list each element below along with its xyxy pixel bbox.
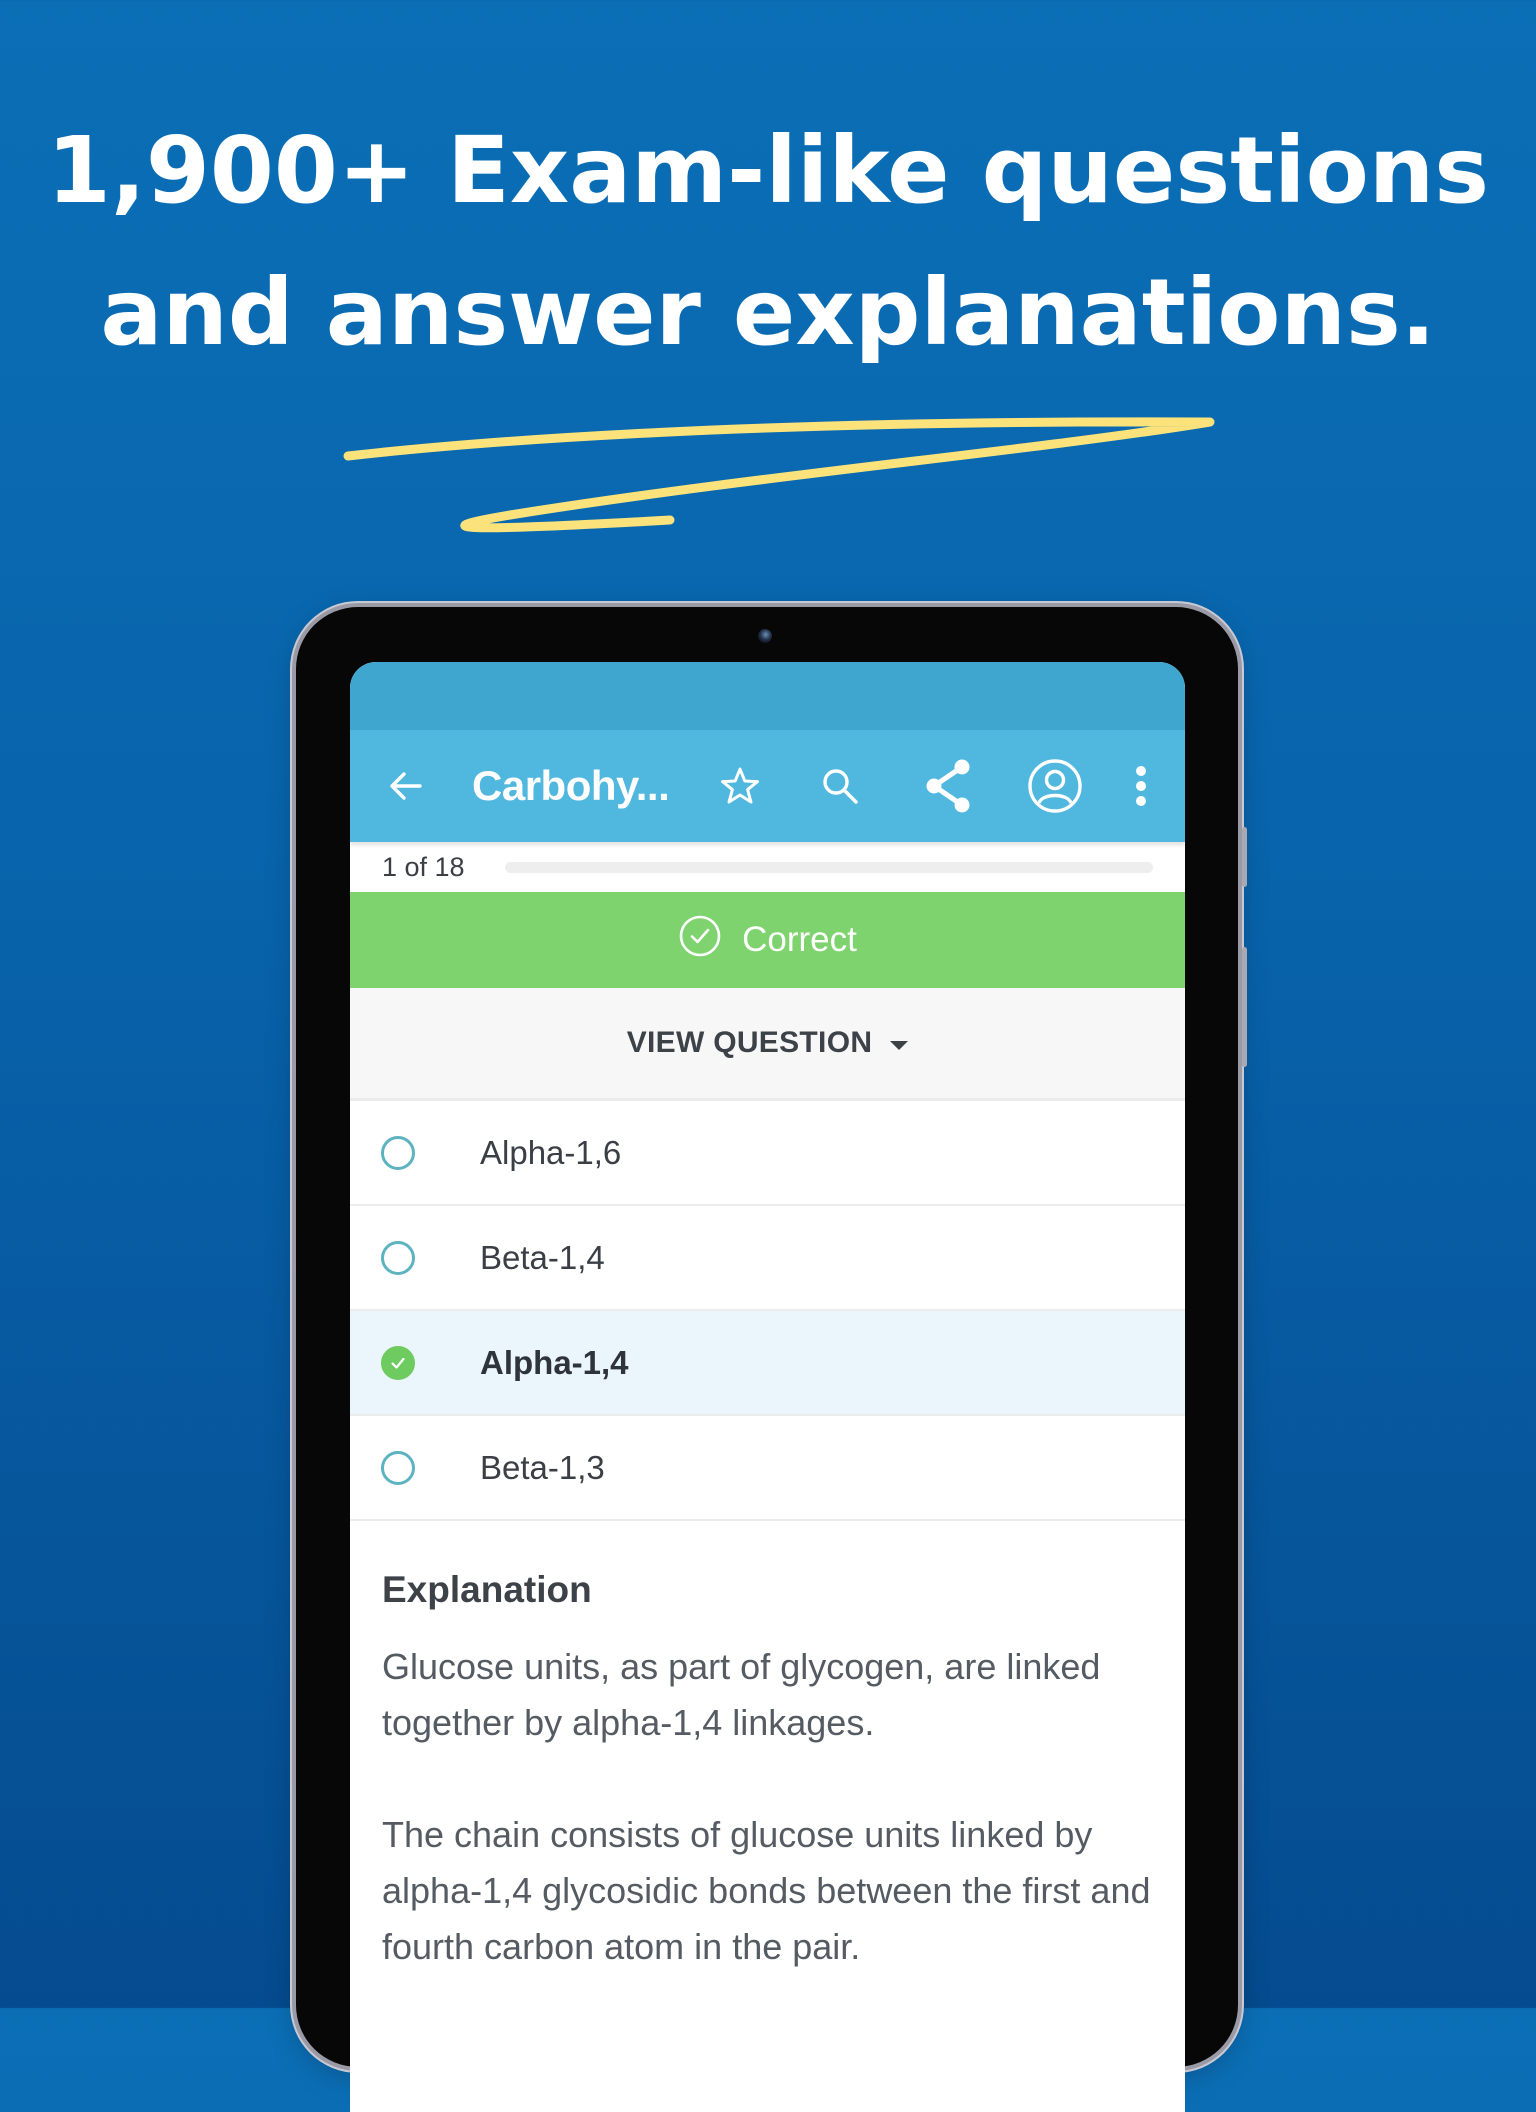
check-circle-outline-icon <box>678 914 722 967</box>
toolbar-title: Carbohy... <box>472 762 670 809</box>
radio-unchecked-icon[interactable] <box>381 1135 415 1170</box>
result-banner: Correct <box>350 892 1185 988</box>
option-label: Beta-1,3 <box>480 1448 605 1486</box>
progress-label: 1 of 18 <box>382 852 465 882</box>
explanation-title: Explanation <box>382 1569 592 1610</box>
progress-bar <box>505 862 1153 873</box>
promo-headline: 1,900+ Exam-like questions and answer ex… <box>0 100 1536 384</box>
option-label: Alpha-1,4 <box>480 1343 629 1381</box>
power-button <box>1242 947 1247 1067</box>
result-label: Correct <box>742 920 857 959</box>
question-progress: 1 of 18 <box>350 842 1185 892</box>
caret-down-icon <box>890 1040 909 1050</box>
share-icon[interactable] <box>922 757 974 815</box>
front-camera <box>758 629 772 643</box>
app-toolbar: Carbohy... <box>350 730 1185 842</box>
radio-unchecked-icon[interactable] <box>381 1450 415 1485</box>
option-label: Beta-1,4 <box>480 1238 605 1276</box>
answer-option-selected[interactable]: Alpha-1,4 <box>350 1311 1185 1416</box>
status-bar <box>350 662 1185 730</box>
radio-unchecked-icon[interactable] <box>381 1240 415 1275</box>
headline-line-1: 1,900+ Exam-like questions <box>46 117 1490 224</box>
view-question-toggle[interactable]: VIEW QUESTION <box>350 988 1185 1101</box>
radio-checked-icon[interactable] <box>381 1345 415 1380</box>
headline-line-2: and answer explanations. <box>100 259 1436 366</box>
explanation-section: Explanation Glucose units, as part of gl… <box>350 1521 1185 1975</box>
yellow-scribble-decoration <box>343 417 1215 533</box>
more-vertical-icon[interactable] <box>1134 764 1148 808</box>
answer-option[interactable]: Beta-1,3 <box>350 1416 1185 1521</box>
account-circle-icon[interactable] <box>1027 758 1083 814</box>
star-outline-icon[interactable] <box>718 764 762 808</box>
app-screen: Carbohy... 1 of 18 Correct VIEW QUESTION… <box>350 662 1185 2112</box>
explanation-paragraph: Glucose units, as part of glycogen, are … <box>382 1646 1101 1743</box>
answer-options: Alpha-1,6 Beta-1,4 Alpha-1,4 Beta-1,3 <box>350 1101 1185 1521</box>
volume-button <box>1242 827 1247 887</box>
answer-option[interactable]: Beta-1,4 <box>350 1206 1185 1311</box>
explanation-paragraph: The chain consists of glucose units link… <box>382 1814 1151 1967</box>
arrow-left-icon[interactable] <box>386 766 426 806</box>
answer-option[interactable]: Alpha-1,6 <box>350 1101 1185 1206</box>
view-question-label: VIEW QUESTION <box>626 1026 873 1059</box>
search-icon[interactable] <box>819 765 861 807</box>
option-label: Alpha-1,6 <box>480 1133 622 1171</box>
tablet-device-frame: Carbohy... 1 of 18 Correct VIEW QUESTION… <box>296 607 1247 2112</box>
